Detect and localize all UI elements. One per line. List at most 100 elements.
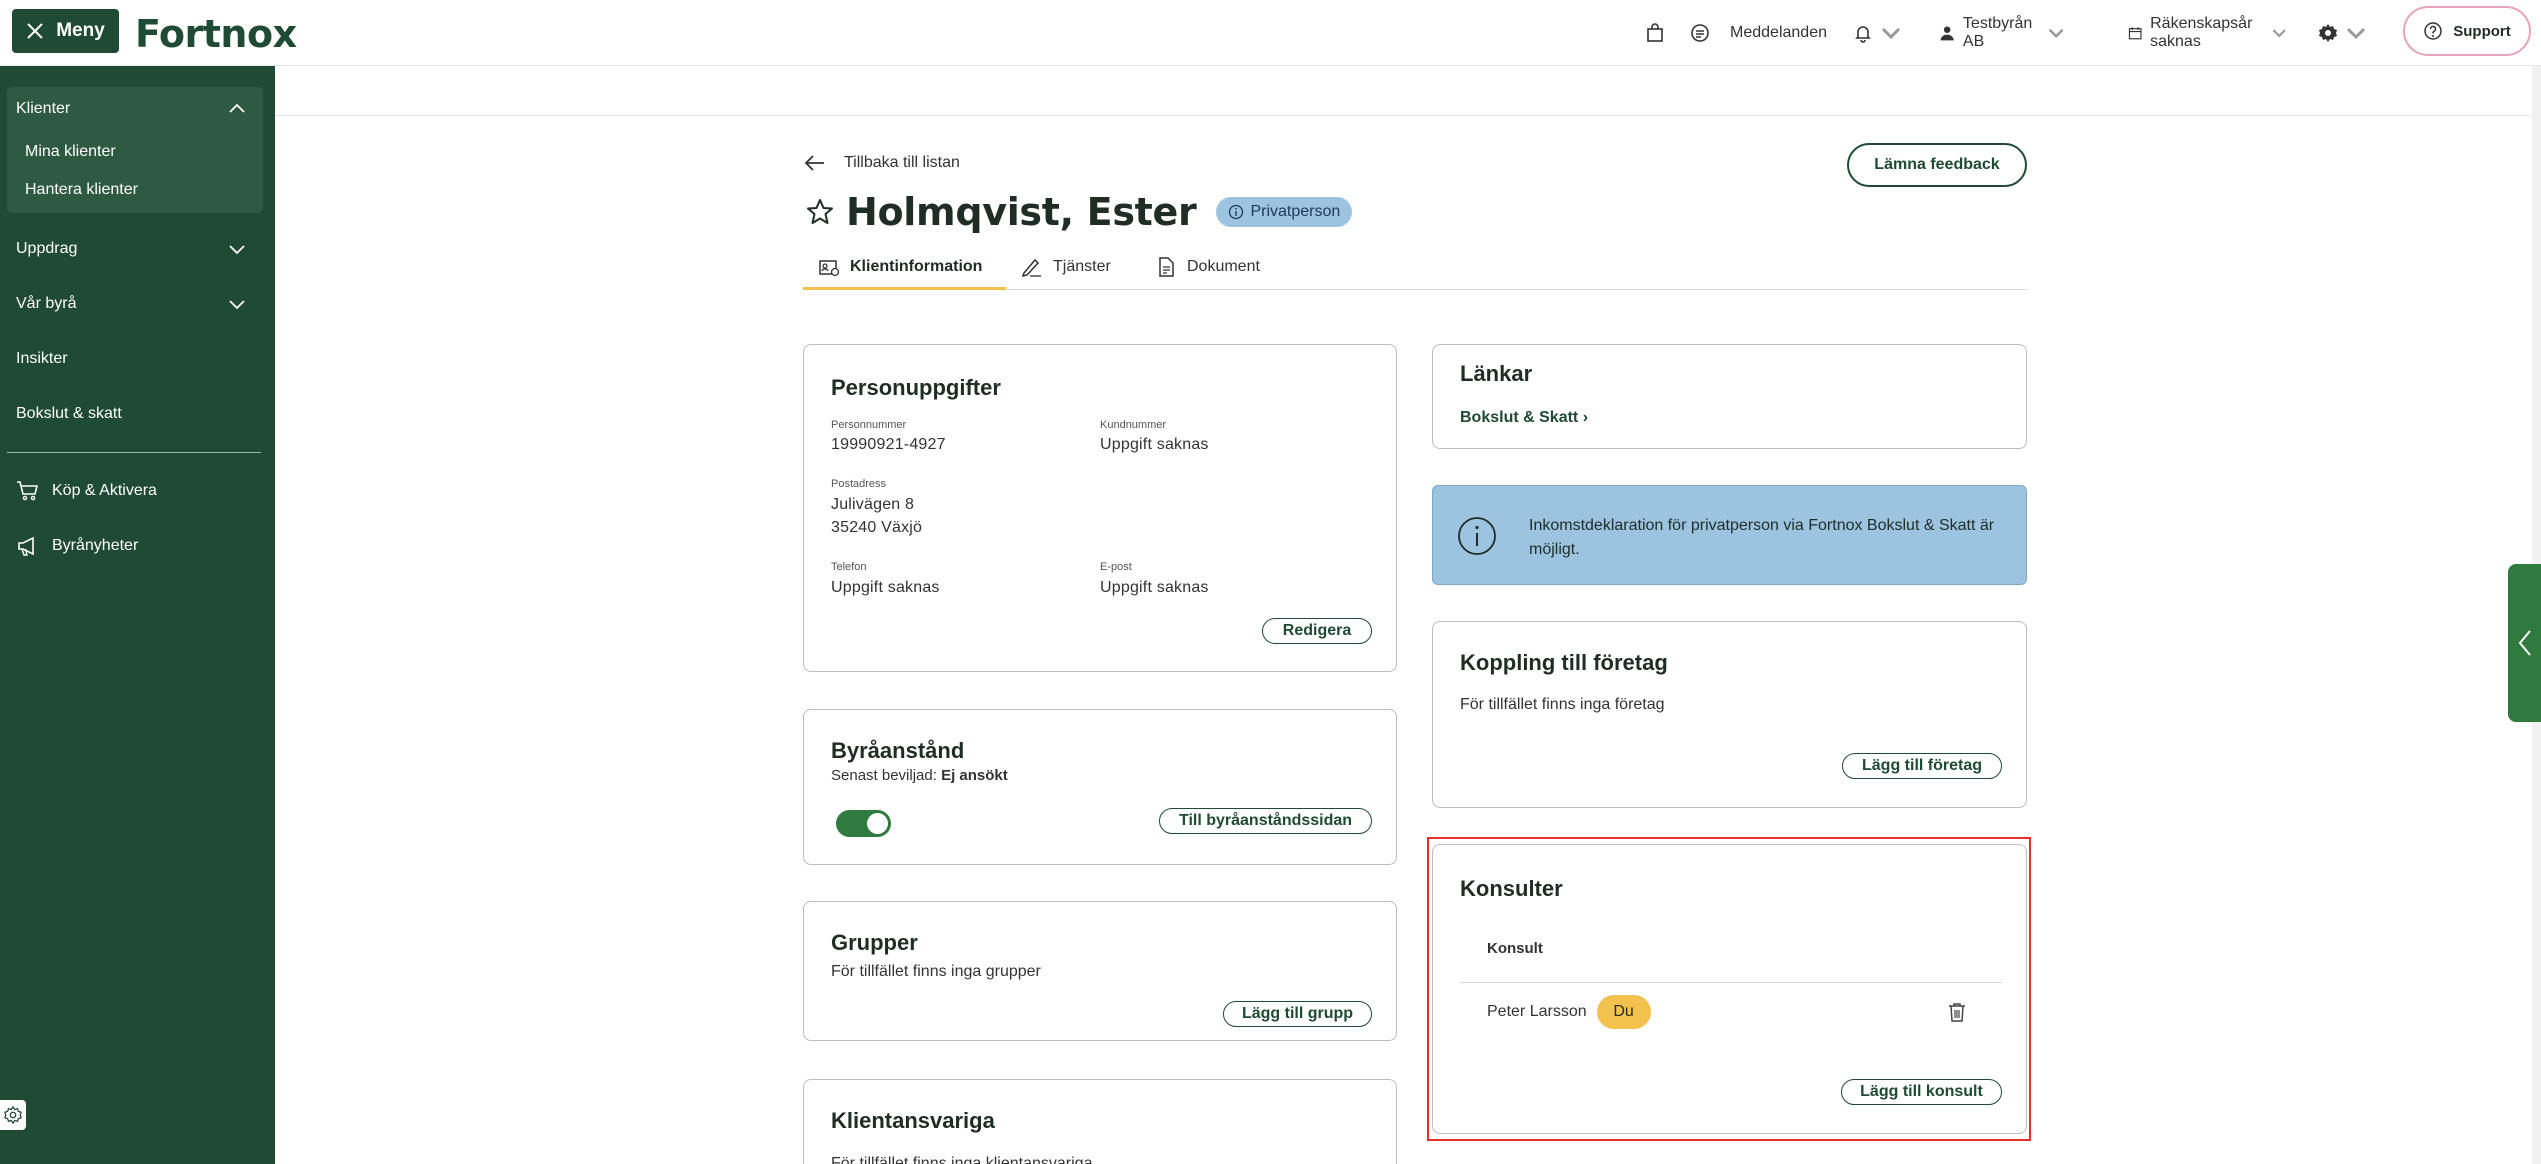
edit-button[interactable]: Redigera [1262,618,1372,644]
sidebar-item-label: Klienter [16,100,71,117]
tab-klientinformation[interactable]: Klientinformation [818,243,982,290]
info-text: Inkomstdeklaration för privatperson via … [1529,517,1995,558]
company-selector[interactable]: Testbyrån AB [1939,0,2064,66]
fiscal-year-label: Räkenskapsår saknas [2150,15,2253,50]
back-to-list-link[interactable]: Tillbaka till listan [804,152,960,174]
add-company-button[interactable]: Lägg till företag [1842,753,2002,779]
arrow-left-icon [804,155,824,171]
lankar-card: Länkar Bokslut & Skatt › [1432,344,2027,449]
chevron-down-icon[interactable] [228,240,246,258]
sidebar-settings-button[interactable] [0,1100,26,1130]
help-circle-icon [2424,22,2442,40]
card-title: Klientansvariga [831,1108,995,1133]
tab-label: Klientinformation [850,257,983,275]
koppling-card: Koppling till företag För tillfället fin… [1432,621,2027,808]
feedback-button[interactable]: Lämna feedback [1847,143,2027,187]
fiscal-year-selector[interactable]: Räkenskapsår saknas [2128,0,2286,66]
bokslut-skatt-link[interactable]: Bokslut & Skatt › [1460,409,1588,427]
card-title: Koppling till företag [1460,650,1668,675]
card-title: Personuppgifter [831,375,1001,400]
sidebar-item-label: Hantera klienter [25,181,138,198]
settings-button[interactable] [2318,0,2366,66]
shop-bag-button[interactable] [1645,0,1665,66]
message-icon [1691,24,1709,42]
bell-icon [1855,26,1871,43]
page-title: Holmqvist, Ester [846,190,1197,234]
client-tabs: Klientinformation Tjänster Dokument [803,243,2027,290]
empty-text: För tillfället finns inga företag [1460,696,1665,713]
granted-prefix: Senast beviljad: [831,767,937,784]
fortnox-logo[interactable]: Fortnox [135,12,297,56]
personnummer-label: Personnummer [831,419,907,431]
chevron-up-icon[interactable] [228,100,246,118]
add-group-button[interactable]: Lägg till grupp [1223,1001,1372,1027]
kundnummer-value: Uppgift saknas [1100,436,1209,453]
chevron-down-icon[interactable] [228,295,246,313]
sidebar-item-label: Insikter [16,350,68,367]
info-banner: Inkomstdeklaration för privatperson via … [1432,485,2027,585]
messages-label: Meddelanden [1730,24,1827,41]
sidebar-item-hantera-klienter[interactable]: Hantera klienter [25,181,138,199]
sidebar-item-insikter[interactable]: Insikter [16,350,68,368]
badge-label: Privatperson [1250,203,1341,220]
sidebar-item-mina-klienter[interactable]: Mina klienter [25,143,116,161]
byraanstand-toggle[interactable] [836,810,891,837]
klientansvariga-card: Klientansvariga För tillfället finns ing… [803,1079,1397,1164]
granted-value: Ej ansökt [941,767,1008,784]
address-line-2: 35240 Växjö [831,519,923,536]
sidebar-item-label: Köp & Aktivera [52,482,157,499]
empty-text: För tillfället finns inga grupper [831,963,1041,980]
sub-header-strip [275,66,2541,116]
document-icon [1159,256,1174,277]
active-tab-indicator [803,287,1006,290]
close-icon [27,23,43,39]
sidebar-item-bokslut-skatt[interactable]: Bokslut & skatt [16,405,122,423]
cart-icon [17,481,39,501]
tab-tjanster[interactable]: Tjänster [1021,243,1111,290]
sidebar-item-label: Vår byrå [16,295,77,312]
sidebar-item-byranyheter[interactable]: Byrånyheter [16,534,138,558]
notifications-button[interactable] [1853,0,1901,66]
tab-label: Dokument [1187,257,1260,275]
info-icon [1229,204,1244,220]
card-title: Grupper [831,930,918,955]
grupper-card: Grupper För tillfället finns inga gruppe… [803,901,1397,1041]
epost-value: Uppgift saknas [1100,579,1209,596]
page-title-row: Holmqvist, Ester Privatperson [806,190,1353,234]
chevron-down-icon [2048,28,2064,38]
chevron-down-icon [1881,27,1901,40]
client-type-badge: Privatperson [1216,197,1353,227]
top-bar: Meny Fortnox Meddelanden Testbyrån AB Rä… [0,0,2541,66]
shopping-bag-icon [1647,23,1663,42]
gear-icon [4,1106,22,1124]
sidebar-group-var-byra[interactable]: Vår byrå [16,295,76,313]
support-label: Support [2453,22,2511,40]
sidebar-item-label: Uppdrag [16,240,78,257]
tab-dokument[interactable]: Dokument [1155,243,1260,290]
sidebar-item-kop-aktivera[interactable]: Köp & Aktivera [16,479,157,503]
star-icon[interactable] [806,198,834,226]
sidebar-item-label: Byrånyheter [52,537,139,554]
menu-label: Meny [56,20,105,41]
sidebar-item-label: Bokslut & skatt [16,405,122,422]
tab-label: Tjänster [1053,257,1111,275]
granted-line: Senast beviljad: Ej ansökt [831,767,1008,784]
selection-highlight [1427,837,2031,1141]
user-icon [1940,26,1954,41]
sidebar-group-uppdrag[interactable]: Uppdrag [16,240,77,258]
messages-button[interactable]: Meddelanden [1690,0,1827,66]
side-panel-toggle[interactable] [2508,564,2541,722]
address-line-1: Julivägen 8 [831,496,915,513]
personnummer-value: 19990921-4927 [831,436,946,453]
telefon-label: Telefon [831,561,867,573]
byraanstand-page-button[interactable]: Till byråanståndssidan [1159,808,1372,834]
calendar-icon [2128,27,2142,40]
sidebar-group-klienter[interactable]: Klienter [16,100,70,118]
menu-button[interactable]: Meny [12,9,119,53]
support-button[interactable]: Support [2403,6,2531,56]
empty-text: För tillfället finns inga klientansvarig… [831,1155,1093,1164]
chevron-down-icon [2346,27,2366,40]
card-title: Byråanstånd [831,738,965,763]
client-info-icon [819,259,840,276]
epost-label: E-post [1100,561,1132,573]
